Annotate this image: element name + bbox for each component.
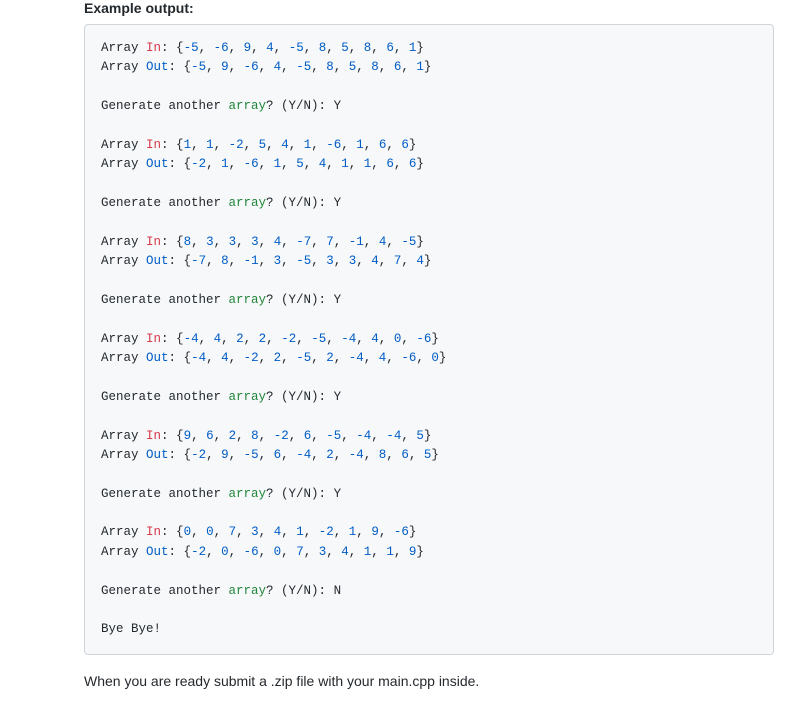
code-line: Array Out: {-4, 4, -2, 2, -5, 2, -4, 4, … [101,349,757,368]
code-line: Generate another array? (Y/N): Y [101,97,757,116]
code-line: Array Out: {-2, 9, -5, 6, -4, 2, -4, 8, … [101,446,757,465]
code-line: Array Out: {-2, 0, -6, 0, 7, 3, 4, 1, 1,… [101,543,757,562]
code-line: Array In: {9, 6, 2, 8, -2, 6, -5, -4, -4… [101,427,757,446]
code-line: Array Out: {-7, 8, -1, 3, -5, 3, 3, 4, 7… [101,252,757,271]
code-line [101,175,757,194]
code-line: Generate another array? (Y/N): Y [101,485,757,504]
example-output-code-block: Array In: {-5, -6, 9, 4, -5, 8, 5, 8, 6,… [84,24,774,655]
code-line: Generate another array? (Y/N): N [101,582,757,601]
code-line [101,504,757,523]
code-line: Generate another array? (Y/N): Y [101,291,757,310]
content-container: Example output: Array In: {-5, -6, 9, 4,… [0,0,808,709]
code-line: Generate another array? (Y/N): Y [101,388,757,407]
code-line: Array In: {0, 0, 7, 3, 4, 1, -2, 1, 9, -… [101,523,757,542]
code-line [101,117,757,136]
code-line [101,562,757,581]
example-output-heading: Example output: [0,0,808,24]
submission-instruction: When you are ready submit a .zip file wi… [0,673,808,689]
code-line [101,407,757,426]
code-line: Array In: {-4, 4, 2, 2, -2, -5, -4, 4, 0… [101,330,757,349]
code-line: Bye Bye! [101,620,757,639]
code-line [101,368,757,387]
code-line [101,601,757,620]
code-line [101,213,757,232]
code-line [101,465,757,484]
code-line: Array In: {8, 3, 3, 3, 4, -7, 7, -1, 4, … [101,233,757,252]
code-line: Generate another array? (Y/N): Y [101,194,757,213]
code-line: Array Out: {-2, 1, -6, 1, 5, 4, 1, 1, 6,… [101,155,757,174]
code-line [101,272,757,291]
code-line: Array In: {1, 1, -2, 5, 4, 1, -6, 1, 6, … [101,136,757,155]
code-line: Array Out: {-5, 9, -6, 4, -5, 8, 5, 8, 6… [101,58,757,77]
code-line [101,78,757,97]
code-line: Array In: {-5, -6, 9, 4, -5, 8, 5, 8, 6,… [101,39,757,58]
code-line [101,310,757,329]
